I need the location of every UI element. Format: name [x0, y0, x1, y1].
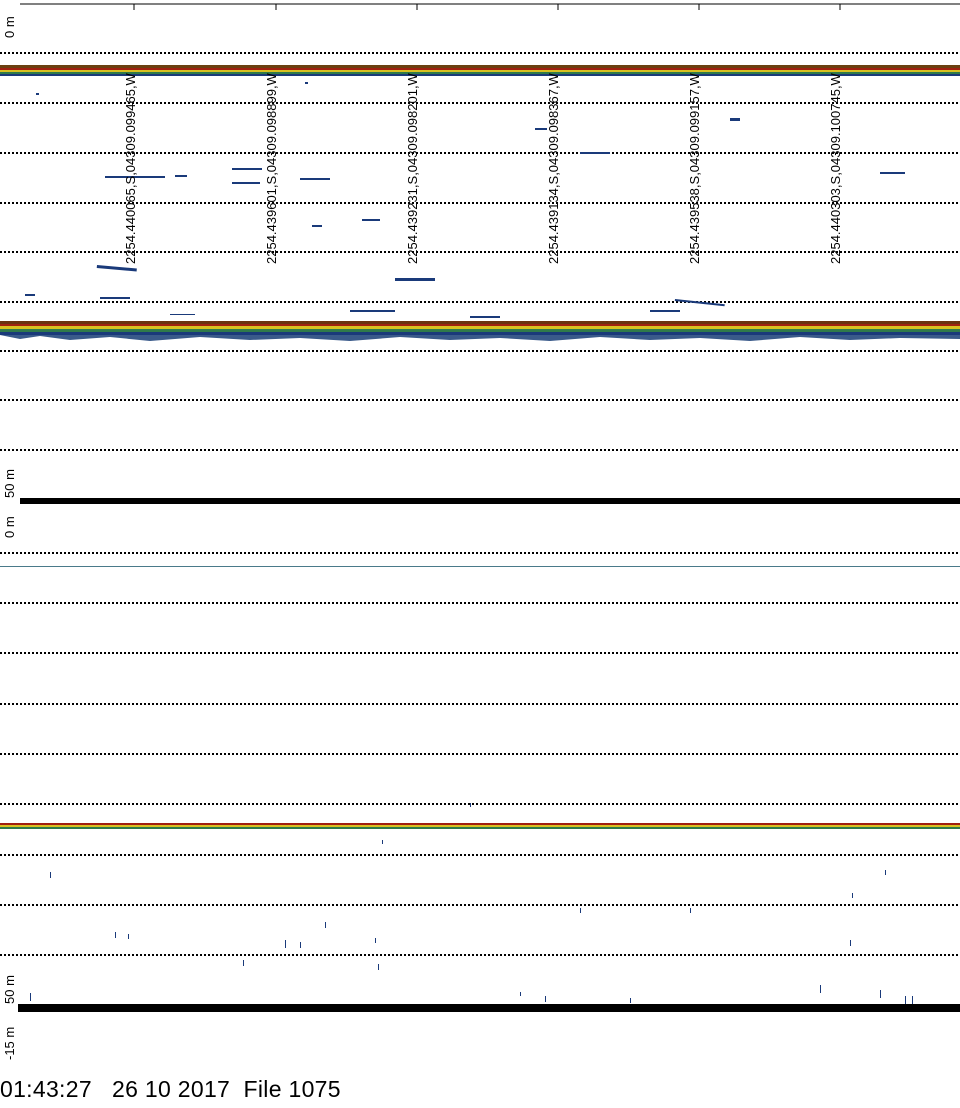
- footer-time: 01:43:27: [0, 1076, 92, 1102]
- bottom-panel-separator: [18, 1004, 960, 1012]
- top-surface-band: [0, 65, 960, 76]
- top-depth-fifty-label: 50 m: [2, 469, 17, 498]
- bottom-offset-label: -15 m: [2, 1027, 17, 1060]
- footer-status: 01:43:27 26 10 2017 File 1075: [0, 1076, 341, 1103]
- bottom-depth-zero-label: 0 m: [2, 516, 17, 538]
- footer-date: 26 10 2017: [112, 1076, 231, 1102]
- bottom-seabed-band: [0, 823, 960, 829]
- gps-label: 2254.439231,S,04309.098201,W: [405, 72, 420, 264]
- footer-file: File 1075: [243, 1076, 341, 1102]
- gps-label: 2254.439134,S,04309.098367,W: [546, 72, 561, 264]
- top-panel-separator: [20, 498, 960, 504]
- top-echo-marks: [25, 82, 905, 318]
- bottom-surface-line: [0, 566, 960, 567]
- bottom-panel-grid: [0, 552, 960, 956]
- gps-label: 2254.439538,S,04309.099157,W: [687, 72, 702, 264]
- top-seabed-band: [0, 321, 960, 341]
- gps-label: 2254.440065,S,04309.099465,W: [123, 72, 138, 264]
- gps-markers: 2254.440065,S,04309.099465,W 2254.439601…: [123, 4, 843, 264]
- bottom-echo-marks: [30, 803, 913, 1004]
- gps-label: 2254.439601,S,04309.098899,W: [264, 72, 279, 264]
- top-depth-zero-label: 0 m: [2, 16, 17, 38]
- gps-label: 2254.440303,S,04309.100745,W: [828, 72, 843, 264]
- echogram-view: 0 m 50 m 0 m 50 m -15 m 2254.440065,S,04…: [0, 3, 960, 1060]
- bottom-depth-fifty-label: 50 m: [2, 975, 17, 1004]
